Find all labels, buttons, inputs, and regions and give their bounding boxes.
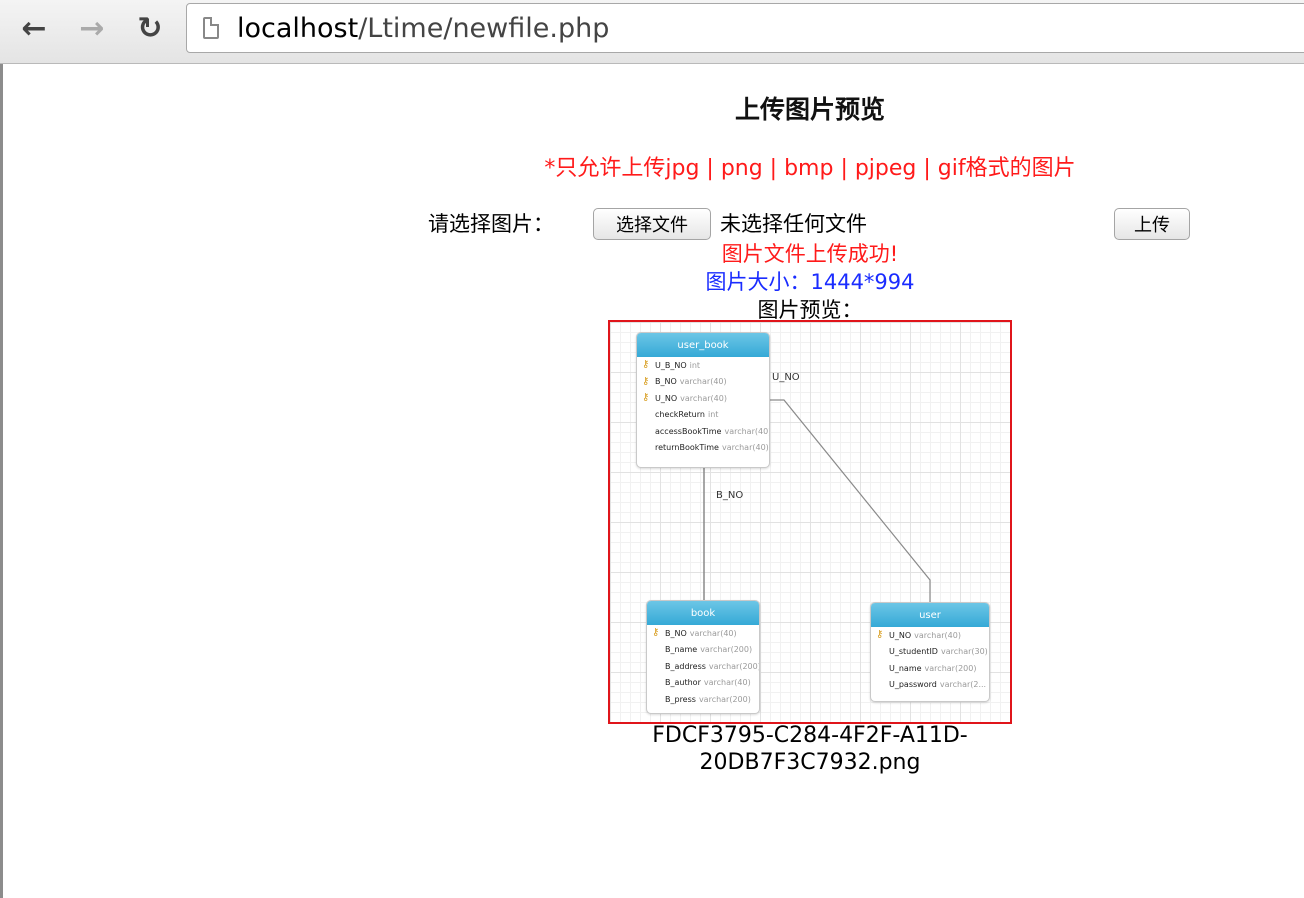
window-left-border	[0, 64, 3, 898]
image-size-text: 图片大小：1444*994	[705, 270, 915, 294]
er-field-row: B_address varchar(200)	[647, 658, 759, 675]
er-field-row: ⚷ U_NO varchar(40)	[871, 627, 989, 644]
url-path: /Ltime/newfile.php	[358, 12, 610, 44]
key-icon: ⚷	[642, 392, 650, 403]
key-icon: ⚷	[642, 375, 650, 387]
uploaded-filename: FDCF3795-C284-4F2F-A11D-20DB7F3C7932.png	[652, 723, 968, 775]
er-table-header: user_book	[637, 333, 769, 357]
field-name: B_NO	[655, 377, 677, 387]
forward-arrow-icon[interactable]: →	[72, 8, 112, 48]
back-arrow-icon[interactable]: ←	[14, 8, 54, 48]
url-host: localhost	[237, 12, 359, 44]
er-table-header: book	[647, 601, 759, 625]
field-type: varchar(40)	[703, 678, 751, 688]
field-type: varchar(40)	[689, 628, 737, 638]
relation-label-b-no: B_NO	[716, 490, 744, 501]
key-icon: ⚷	[642, 359, 650, 370]
field-type: int	[707, 410, 719, 420]
choose-file-button[interactable]: 选择文件	[593, 208, 711, 240]
field-type: varchar(40)	[679, 377, 727, 387]
browser-toolbar: ← → ↻ localhost/Ltime/newfile.php	[0, 0, 1304, 64]
er-field-row: B_author varchar(40)	[647, 675, 759, 692]
er-field-row: ⚷ B_NO varchar(40)	[647, 625, 759, 642]
upload-success-message: 图片文件上传成功!	[721, 242, 899, 266]
field-name: B_address	[665, 661, 706, 671]
field-name: returnBookTime	[655, 443, 719, 453]
er-field-row: U_name varchar(200)	[871, 660, 989, 677]
er-table-user-book: user_book ⚷ U_B_NO int ⚷ B_NO varchar(40) ⚷ U…	[636, 332, 770, 468]
field-type: varchar(200)	[924, 663, 977, 673]
key-icon: ⚷	[652, 627, 660, 638]
format-notice: *只允许上传jpg | png | bmp | pjpeg | gif格式的图片	[544, 156, 1076, 181]
field-type: varchar(30)	[940, 647, 988, 657]
field-type: varchar(2...	[939, 680, 987, 690]
er-field-row: ⚷ U_NO varchar(40)	[637, 390, 769, 407]
reload-icon[interactable]: ↻	[130, 8, 170, 48]
page-icon	[203, 17, 219, 39]
field-name: U_name	[889, 663, 922, 673]
field-name: B_author	[665, 678, 701, 688]
er-field-row: B_name varchar(200)	[647, 642, 759, 659]
field-type: varchar(200)	[700, 645, 753, 655]
upload-button[interactable]: 上传	[1114, 208, 1190, 240]
er-field-row: U_studentID varchar(30)	[871, 644, 989, 661]
field-name: U_NO	[655, 393, 678, 403]
field-type: varchar(200)	[708, 661, 760, 671]
field-type: varchar(200)	[698, 694, 751, 704]
er-table-user: user ⚷ U_NO varchar(40) U_studentID varchar…	[870, 602, 990, 702]
field-type: varchar(40)	[680, 393, 727, 403]
page-title: 上传图片预览	[734, 95, 885, 124]
er-field-row: U_password varchar(2...	[871, 677, 989, 694]
er-field-row: returnBookTime varchar(40)	[637, 440, 769, 457]
field-name: B_press	[665, 694, 696, 704]
relation-label-u-no: U_NO	[772, 372, 800, 383]
field-name: accessBookTime	[655, 426, 722, 436]
er-field-row: B_press varchar(200)	[647, 691, 759, 708]
address-bar[interactable]: localhost/Ltime/newfile.php	[186, 3, 1304, 53]
er-field-row: checkReturn int	[637, 407, 769, 424]
er-field-row: accessBookTime varchar(40)	[637, 423, 769, 440]
field-name: B_NO	[665, 628, 687, 638]
choose-image-label: 请选择图片：	[428, 212, 554, 236]
field-name: U_password	[889, 680, 937, 690]
field-name: B_name	[665, 645, 698, 655]
er-table-book: book ⚷ B_NO varchar(40) B_name varchar(200)…	[646, 600, 760, 714]
field-type: varchar(40)	[724, 426, 770, 436]
no-file-selected-text: 未选择任何文件	[720, 212, 867, 236]
er-table-header: user	[871, 603, 989, 627]
field-name: U_B_NO	[655, 360, 687, 370]
field-type: varchar(40)	[721, 443, 769, 453]
key-icon: ⚷	[876, 629, 884, 640]
image-preview: U_NO B_NO user_book ⚷ U_B_NO int ⚷ B_NO varc…	[608, 320, 1012, 724]
url-text: localhost/Ltime/newfile.php	[237, 13, 609, 44]
er-field-row: ⚷ U_B_NO int	[637, 357, 769, 374]
field-name: U_NO	[889, 630, 912, 640]
field-name: checkReturn	[655, 410, 705, 420]
er-field-row: ⚷ B_NO varchar(40)	[637, 374, 769, 391]
field-type: int	[689, 360, 701, 370]
field-type: varchar(40)	[914, 630, 961, 640]
relation-line-u-no	[768, 399, 931, 602]
field-name: U_studentID	[889, 647, 938, 657]
